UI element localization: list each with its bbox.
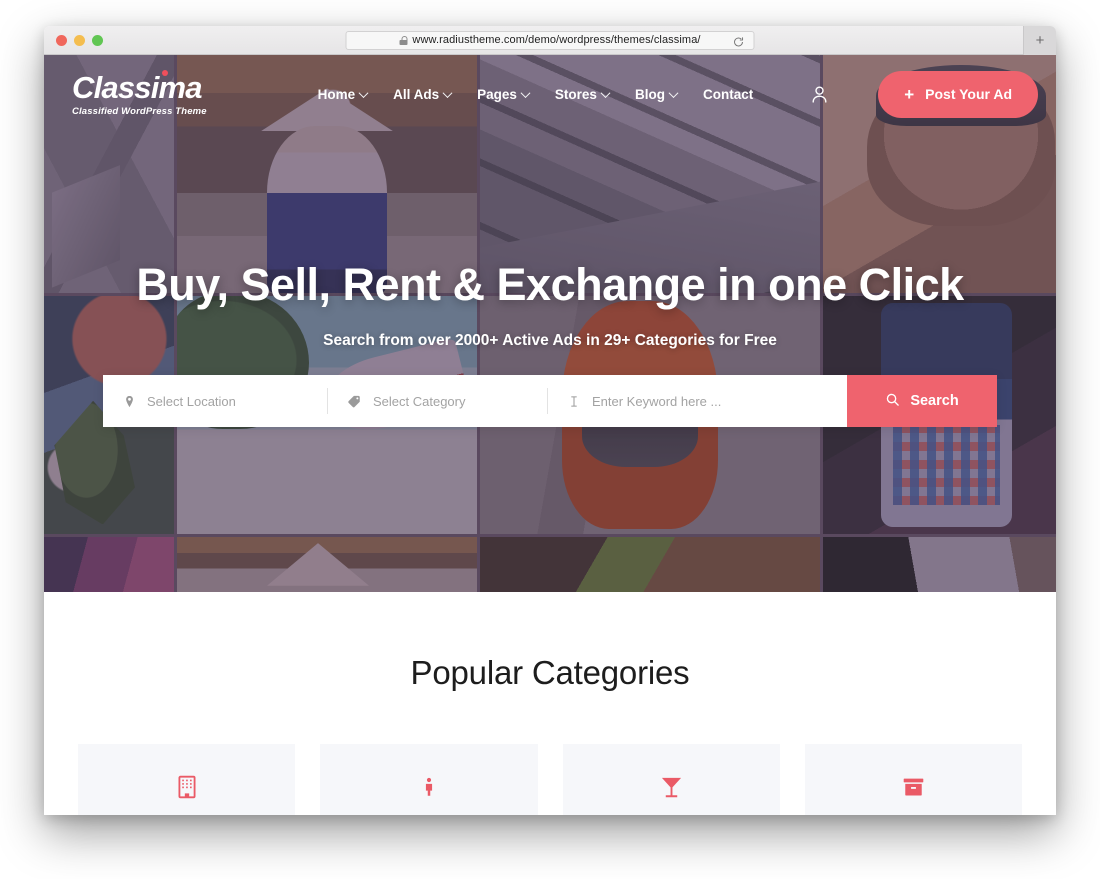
nav-item-stores[interactable]: Stores [554,86,611,102]
post-your-ad-label: Post Your Ad [925,86,1012,102]
minimize-window-button[interactable] [74,34,85,46]
close-window-button[interactable] [56,34,67,46]
browser-titlebar: www.radiustheme.com/demo/wordpress/theme… [44,26,1056,55]
chevron-down-icon [600,87,611,98]
nav-label-all-ads: All Ads [393,86,440,102]
person-icon [419,772,439,802]
nav-item-contact[interactable]: Contact [703,87,753,102]
page-viewport: Classima Classified WordPress Theme Home… [44,55,1056,815]
search-icon [885,392,900,411]
keyword-placeholder: Enter Keyword here ... [592,393,722,409]
category-card-property[interactable]: Property [78,744,296,815]
box-icon [901,772,926,802]
nav-label-home: Home [317,86,356,102]
chevron-down-icon [668,87,679,98]
category-grid: Property Home Appliances [44,744,1056,815]
user-icon[interactable] [809,84,830,105]
hero-section: Classima Classified WordPress Theme Home… [44,55,1056,592]
site-header: Classima Classified WordPress Theme Home… [44,55,1056,133]
category-card-home-appliances[interactable]: Home Appliances [320,744,538,815]
category-card-electronics[interactable]: Electronics [562,744,780,815]
cocktail-glass-icon [659,772,684,802]
nav-item-all-ads[interactable]: All Ads [393,86,453,102]
nav-item-pages[interactable]: Pages [477,86,531,102]
map-pin-icon [123,394,136,409]
keyword-input[interactable]: Enter Keyword here ... [547,375,847,427]
chevron-down-icon [520,87,531,98]
search-button[interactable]: Search [847,375,997,427]
nav-item-home[interactable]: Home [317,86,369,102]
nav-label-blog: Blog [634,86,665,102]
address-bar[interactable]: www.radiustheme.com/demo/wordpress/theme… [345,30,755,50]
nav-label-contact: Contact [702,86,754,102]
new-tab-button[interactable]: + [1023,26,1056,55]
logo-text: Classima [72,69,203,105]
hero-subtitle: Search from over 2000+ Active Ads in 29+… [323,331,777,349]
tag-icon [347,394,362,409]
search-button-label: Search [910,393,959,409]
plus-icon: + [904,84,915,104]
hero-search-bar: Select Location Select Category Enter Ke… [103,375,997,427]
logo-wordmark: Classima [72,69,203,105]
location-select[interactable]: Select Location [103,375,327,427]
chevron-down-icon [442,87,453,98]
category-select[interactable]: Select Category [327,375,547,427]
browser-window: www.radiustheme.com/demo/wordpress/theme… [44,26,1056,815]
window-controls[interactable] [56,34,103,46]
url-text: www.radiustheme.com/demo/wordpress/theme… [412,34,701,46]
text-cursor-icon [567,394,581,409]
logo-tagline: Classified WordPress Theme [72,105,207,117]
hero-title: Buy, Sell, Rent & Exchange in one Click [136,259,964,310]
category-card-business-industry[interactable]: Business & Industry [804,744,1022,815]
category-placeholder: Select Category [373,393,466,409]
popular-categories-section: Popular Categories [44,592,1056,815]
nav-label-pages: Pages [477,86,517,102]
hero-text-block: Buy, Sell, Rent & Exchange in one Click … [44,260,1056,350]
nav-label-stores: Stores [554,86,597,102]
reload-icon[interactable] [733,35,745,47]
site-logo[interactable]: Classima Classified WordPress Theme [72,69,242,117]
section-title: Popular Categories [410,654,690,691]
lock-icon [399,35,408,45]
logo-dot-icon [161,69,168,76]
main-navigation: Home All Ads Pages Stores Blog Contact +… [317,70,1038,118]
nav-item-blog[interactable]: Blog [634,86,679,102]
building-icon [174,772,200,802]
zoom-window-button[interactable] [92,34,103,46]
chevron-down-icon [358,87,369,98]
location-placeholder: Select Location [147,393,236,409]
post-your-ad-button[interactable]: + Post Your Ad [878,70,1038,118]
